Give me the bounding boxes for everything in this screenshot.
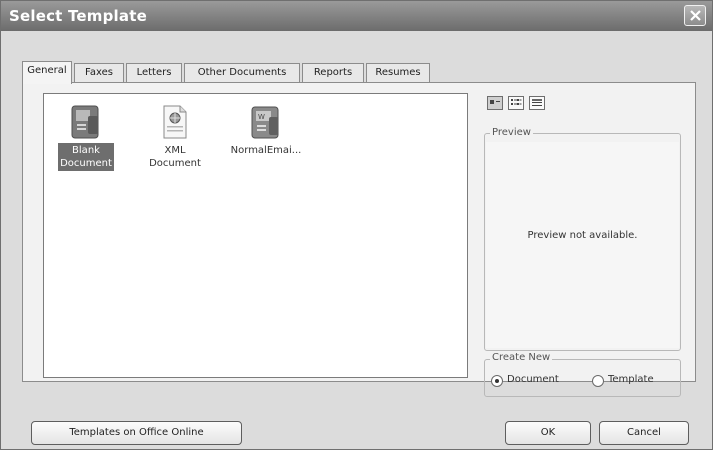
template-normal-email[interactable]: W NormalEmai... [226,104,306,158]
close-button[interactable] [684,5,706,26]
ok-button[interactable]: OK [505,421,591,445]
tab-resumes[interactable]: Resumes [366,63,430,83]
list-view-icon [511,99,522,105]
template-label: Blank Document [58,143,114,171]
tab-faxes[interactable]: Faxes [74,63,124,83]
radio-circle [592,375,604,387]
template-blank-document[interactable]: Blank Document [56,104,116,171]
tab-other-documents[interactable]: Other Documents [184,63,300,83]
large-icons-view-button[interactable] [487,96,503,110]
normal-email-icon: W [251,106,279,139]
preview-message: Preview not available. [527,230,638,241]
tab-reports[interactable]: Reports [302,63,364,83]
tab-letters[interactable]: Letters [126,63,182,83]
tab-general[interactable]: General [22,61,72,84]
xml-document-icon [163,105,187,139]
radio-label: Template [608,374,654,385]
close-icon [690,10,701,21]
details-view-button[interactable] [529,96,545,110]
list-view-button[interactable] [508,96,524,110]
template-xml-document[interactable]: XML Document [138,104,212,171]
template-label: XML Document [149,145,201,169]
radio-dot [495,379,499,383]
create-new-label: Create New [490,352,553,363]
radio-circle [491,375,503,387]
preview-pane: Preview not available. [486,142,679,348]
templates-online-button[interactable]: Templates on Office Online [31,421,242,445]
blank-document-icon [71,105,99,139]
large-icons-view-icon [490,100,500,104]
details-view-icon [532,99,542,106]
dialog-title: Select Template [9,7,147,25]
radio-label: Document [507,374,559,385]
svg-text:W: W [258,113,265,121]
template-list[interactable]: Blank Document XML Document W NormalEmai.… [43,93,468,378]
template-label: NormalEmai... [230,145,302,156]
cancel-button[interactable]: Cancel [599,421,689,445]
title-bar[interactable]: Select Template [1,1,712,31]
preview-label: Preview [490,127,533,138]
